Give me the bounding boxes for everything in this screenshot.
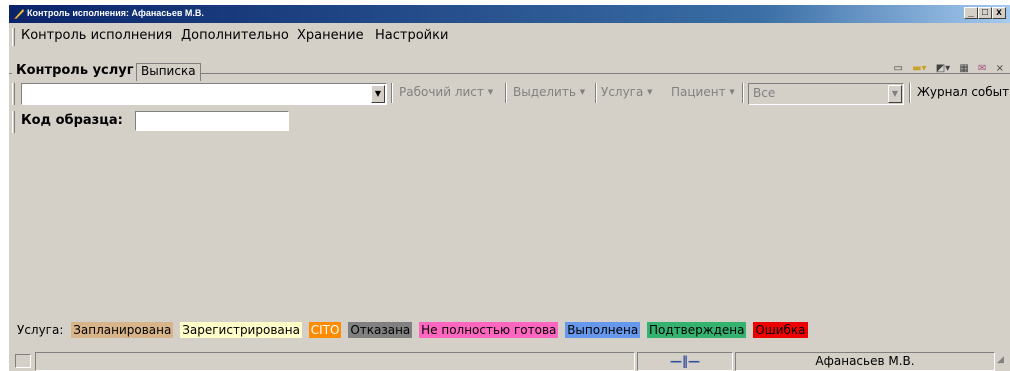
toolbar-separator (391, 83, 393, 103)
main-combo[interactable]: ▼ (21, 83, 387, 105)
filter-combo[interactable]: Все ▼ (748, 83, 904, 105)
legend-confirmed: Подтверждена (647, 322, 747, 338)
status-user: Афанасьев М.В. (815, 354, 915, 368)
legend-partially-ready: Не полностью готова (419, 322, 559, 338)
folder-icon[interactable]: ▬▾ (912, 63, 926, 74)
mail-icon[interactable]: ✉ (978, 63, 986, 74)
open-icon[interactable]: ◩▾ (936, 63, 950, 74)
menu-settings[interactable]: Настройки (375, 28, 448, 43)
resize-grip-icon[interactable]: ◢ (997, 355, 1004, 365)
sample-code-input[interactable] (135, 111, 289, 131)
toolbar-grip[interactable] (12, 83, 15, 105)
close-icon[interactable]: × (996, 63, 1004, 74)
service-status-legend: Услуга: Запланирована Зарегистрирована C… (17, 322, 811, 338)
caret-down-icon: ▼ (729, 88, 735, 96)
status-panel-connection: —‖— (637, 352, 733, 371)
menu-additional[interactable]: Дополнительно (181, 28, 289, 43)
legend-registered: Зарегистрирована (180, 322, 302, 338)
status-panel-main (35, 352, 635, 371)
chevron-down-icon[interactable]: ▼ (371, 85, 385, 103)
legend-error: Ошибка (753, 322, 808, 338)
plug-icon: —‖— (670, 354, 700, 368)
service-label: Услуга (601, 85, 644, 99)
filter-value: Все (753, 86, 776, 100)
caret-down-icon: ▼ (487, 88, 494, 96)
tab-strip: Контроль услуг Выписка ▭ ▬▾ ◩▾ ▦ ✉ × (9, 51, 1010, 81)
status-panel-user: Афанасьев М.В. (735, 352, 995, 371)
toolbar-separator (742, 83, 744, 103)
toolbar: ▼ Рабочий лист ▼ Выделить ▼ Услуга ▼ Пац… (9, 81, 1010, 107)
sample-code-label: Код образца: (21, 113, 123, 128)
toolbar-separator (505, 83, 507, 103)
minimize-button[interactable]: _ (964, 7, 978, 19)
code-row-grip[interactable] (12, 111, 15, 133)
legend-label: Услуга: (17, 323, 64, 337)
caret-down-icon: ▼ (647, 88, 653, 96)
menu-storage[interactable]: Хранение (297, 28, 364, 43)
menu-grip[interactable] (12, 28, 15, 46)
window-title: Контроль исполнения: Афанасьев М.В. (27, 8, 204, 18)
grid-icon[interactable]: ▦ (959, 63, 968, 74)
menu-control[interactable]: Контроль исполнения (21, 28, 172, 43)
status-bar: —‖— Афанасьев М.В. ◢ (9, 351, 1010, 371)
legend-refused: Отказана (348, 322, 413, 338)
event-log-button[interactable]: Журнал событ (917, 85, 1009, 99)
sample-code-row: Код образца: (9, 109, 409, 135)
tab-service-control[interactable]: Контроль услуг (12, 63, 138, 81)
legend-planned: Запланирована (71, 322, 174, 338)
app-window: Контроль исполнения: Афанасьев М.В. _ □ … (8, 4, 1010, 371)
tab-extract[interactable]: Выписка (136, 63, 201, 81)
legend-cito: CITO (308, 322, 342, 338)
work-sheet-label: Рабочий лист (399, 85, 484, 99)
title-bar[interactable]: Контроль исполнения: Афанасьев М.В. _ □ … (9, 5, 1010, 23)
legend-completed: Выполнена (565, 322, 641, 338)
caret-down-icon: ▼ (579, 88, 586, 96)
patient-button[interactable]: Пациент ▼ (671, 85, 735, 99)
status-checkbox[interactable] (15, 354, 31, 368)
work-sheet-button[interactable]: Рабочий лист ▼ (399, 85, 493, 99)
select-button[interactable]: Выделить ▼ (513, 85, 585, 99)
toolbar-separator (909, 83, 911, 103)
app-icon (14, 9, 24, 19)
document-icon[interactable]: ▭ (893, 63, 902, 74)
close-button[interactable]: x (992, 7, 1006, 19)
toolbar-separator (595, 83, 597, 103)
top-right-icons: ▭ ▬▾ ◩▾ ▦ ✉ × (887, 63, 1004, 74)
service-button[interactable]: Услуга ▼ (601, 85, 653, 99)
patient-label: Пациент (671, 85, 726, 99)
menu-bar: Контроль исполнения Дополнительно Хранен… (9, 26, 1010, 48)
select-label: Выделить (513, 85, 576, 99)
chevron-down-icon[interactable]: ▼ (888, 85, 902, 103)
maximize-button[interactable]: □ (978, 7, 992, 19)
